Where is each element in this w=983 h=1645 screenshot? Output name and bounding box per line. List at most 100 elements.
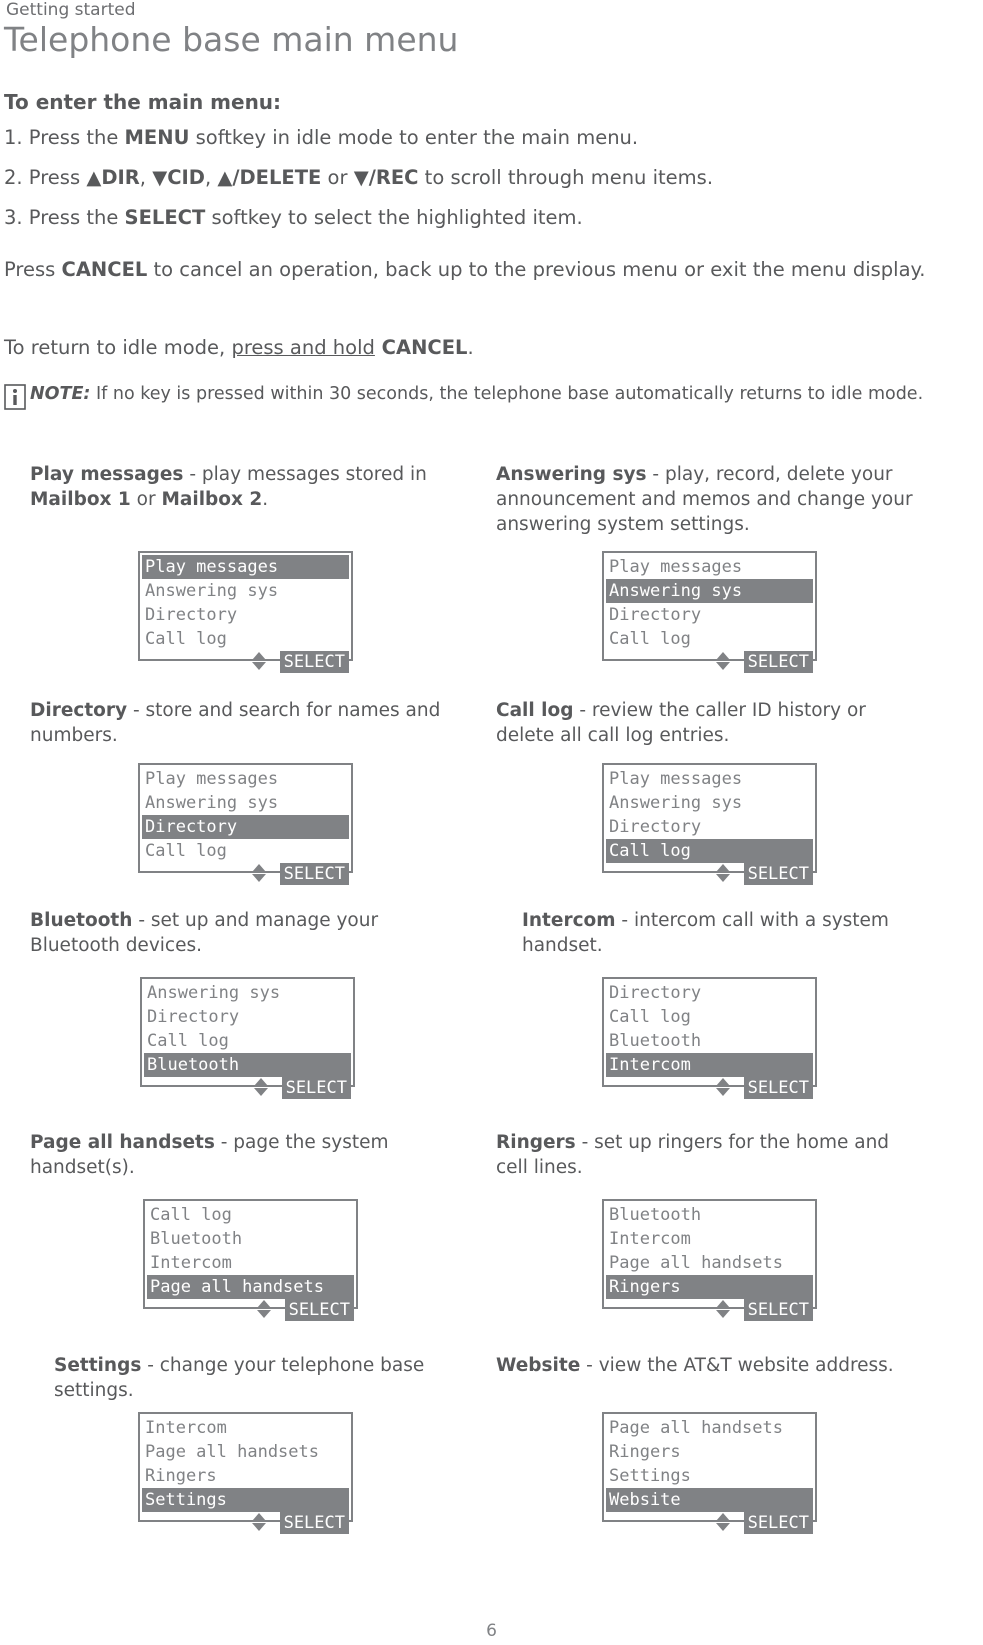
item-desc-play-messages: Play messages - play messages stored in …: [30, 462, 460, 512]
page-title: Telephone base main menu: [4, 20, 459, 59]
step-1-pre: 1. Press the: [4, 126, 125, 149]
select-softkey[interactable]: SELECT: [279, 1512, 349, 1534]
item-desc-ringers: Ringers - set up ringers for the home an…: [496, 1130, 926, 1180]
select-softkey[interactable]: SELECT: [743, 863, 813, 885]
item-7-title: Ringers: [496, 1132, 576, 1153]
item-desc-settings: Settings - change your telephone base se…: [54, 1353, 484, 1403]
lcd-line[interactable]: Directory: [606, 815, 813, 839]
step-1: 1. Press the MENU softkey in idle mode t…: [4, 124, 638, 152]
lcd-line[interactable]: Bluetooth: [147, 1227, 354, 1251]
select-softkey[interactable]: SELECT: [284, 1299, 354, 1321]
lcd-line[interactable]: Directory: [606, 603, 813, 627]
lcd-line[interactable]: Call log: [142, 839, 349, 863]
lcd-line[interactable]: Page all handsets: [142, 1440, 349, 1464]
lcd-screen-play-messages: Play messages Answering sys Directory Ca…: [138, 551, 353, 673]
lcd-bottom-bar: SELECT: [147, 1299, 354, 1325]
item-0-end: .: [262, 489, 269, 510]
step-2-pre: 2. Press: [4, 166, 87, 189]
select-softkey[interactable]: SELECT: [281, 1077, 351, 1099]
lcd-line[interactable]: Page all handsets: [606, 1416, 813, 1440]
item-6-title: Page all handsets: [30, 1132, 215, 1153]
lcd-line[interactable]: Play messages: [606, 767, 813, 791]
lcd-line[interactable]: Play messages: [142, 555, 349, 579]
item-0-mailbox2: Mailbox 2: [161, 489, 263, 510]
lcd-bottom-bar: SELECT: [606, 1077, 813, 1103]
lcd-screen-page-all-handsets: Call log Bluetooth Intercom Page all han…: [143, 1199, 358, 1321]
lcd-line[interactable]: Intercom: [147, 1251, 354, 1275]
item-8-title: Settings: [54, 1355, 142, 1376]
item-0-mailbox1: Mailbox 1: [30, 489, 131, 510]
lcd-line[interactable]: Call log: [144, 1029, 351, 1053]
lcd-screen-call-log: Play messages Answering sys Directory Ca…: [602, 763, 817, 885]
step-2-or: or: [321, 166, 354, 189]
lcd-line[interactable]: Directory: [144, 1005, 351, 1029]
item-desc-website: Website - view the AT&T website address.: [496, 1353, 926, 1378]
lcd-screen-bluetooth: Answering sys Directory Call log Bluetoo…: [140, 977, 355, 1099]
lcd-bottom-bar: SELECT: [142, 1512, 349, 1538]
item-2-title: Directory: [30, 700, 128, 721]
lcd-line[interactable]: Directory: [142, 603, 349, 627]
lcd-line[interactable]: Answering sys: [606, 791, 813, 815]
lcd-line[interactable]: Play messages: [142, 767, 349, 791]
lcd-line[interactable]: Page all handsets: [147, 1275, 354, 1299]
lcd-line[interactable]: Play messages: [606, 555, 813, 579]
select-softkey[interactable]: SELECT: [279, 863, 349, 885]
scroll-arrows-icon: [253, 1078, 269, 1096]
lcd-line[interactable]: Answering sys: [606, 579, 813, 603]
item-3-title: Call log: [496, 700, 574, 721]
lcd-line[interactable]: Call log: [142, 627, 349, 651]
lcd-line[interactable]: Answering sys: [144, 981, 351, 1005]
lcd-line[interactable]: Call log: [606, 1005, 813, 1029]
lcd-line[interactable]: Page all handsets: [606, 1251, 813, 1275]
lcd-line[interactable]: Bluetooth: [606, 1203, 813, 1227]
lcd-line[interactable]: Intercom: [606, 1227, 813, 1251]
step-2-key-dir: ▲DIR: [86, 166, 140, 189]
lcd-line[interactable]: Ringers: [606, 1275, 813, 1299]
lcd-line[interactable]: Directory: [142, 815, 349, 839]
lcd-line[interactable]: Bluetooth: [606, 1029, 813, 1053]
cancel-post: to cancel an operation, back up to the p…: [147, 258, 926, 281]
lcd-line[interactable]: Answering sys: [142, 579, 349, 603]
lcd-line[interactable]: Intercom: [142, 1416, 349, 1440]
lcd-line[interactable]: Intercom: [606, 1053, 813, 1077]
lcd-line[interactable]: Website: [606, 1488, 813, 1512]
idle-pre: To return to idle mode,: [4, 336, 232, 359]
lcd-screen-settings: Intercom Page all handsets Ringers Setti…: [138, 1412, 353, 1534]
idle-key: CANCEL: [374, 336, 468, 359]
scroll-arrows-icon: [715, 1513, 731, 1531]
note-body: If no key is pressed within 30 seconds, …: [90, 384, 924, 404]
lcd-line[interactable]: Ringers: [142, 1464, 349, 1488]
lcd-line[interactable]: Settings: [606, 1464, 813, 1488]
item-desc-call-log: Call log - review the caller ID history …: [496, 698, 926, 748]
lcd-line[interactable]: Call log: [606, 627, 813, 651]
note-text: NOTE: If no key is pressed within 30 sec…: [30, 382, 948, 407]
idle-post: .: [467, 336, 474, 359]
item-desc-directory: Directory - store and search for names a…: [30, 698, 460, 748]
lcd-line[interactable]: Bluetooth: [144, 1053, 351, 1077]
step-3: 3. Press the SELECT softkey to select th…: [4, 204, 583, 232]
lcd-line[interactable]: Ringers: [606, 1440, 813, 1464]
lcd-screen-website: Page all handsets Ringers Settings Websi…: [602, 1412, 817, 1534]
step-2: 2. Press ▲DIR, ▼CID, ▲/DELETE or ▼/REC t…: [4, 164, 713, 192]
scroll-arrows-icon: [715, 1078, 731, 1096]
scroll-arrows-icon: [715, 1300, 731, 1318]
select-softkey[interactable]: SELECT: [743, 1299, 813, 1321]
lcd-line[interactable]: Directory: [606, 981, 813, 1005]
select-softkey[interactable]: SELECT: [743, 651, 813, 673]
lcd-line[interactable]: Call log: [606, 839, 813, 863]
lcd-line[interactable]: Answering sys: [142, 791, 349, 815]
page-number: 6: [486, 1621, 497, 1641]
select-softkey[interactable]: SELECT: [279, 651, 349, 673]
cancel-pre: Press: [4, 258, 62, 281]
select-softkey[interactable]: SELECT: [743, 1077, 813, 1099]
step-2-key-delete: ▲/DELETE: [217, 166, 322, 189]
item-0-title: Play messages: [30, 464, 184, 485]
lcd-screen-answering-sys: Play messages Answering sys Directory Ca…: [602, 551, 817, 673]
lcd-line[interactable]: Settings: [142, 1488, 349, 1512]
item-0-mid: - play messages stored in: [183, 464, 427, 485]
lcd-bottom-bar: SELECT: [144, 1077, 351, 1103]
select-softkey[interactable]: SELECT: [743, 1512, 813, 1534]
step-2-key-cid: ▼CID: [152, 166, 205, 189]
lcd-line[interactable]: Call log: [147, 1203, 354, 1227]
running-head: Getting started: [6, 0, 136, 20]
